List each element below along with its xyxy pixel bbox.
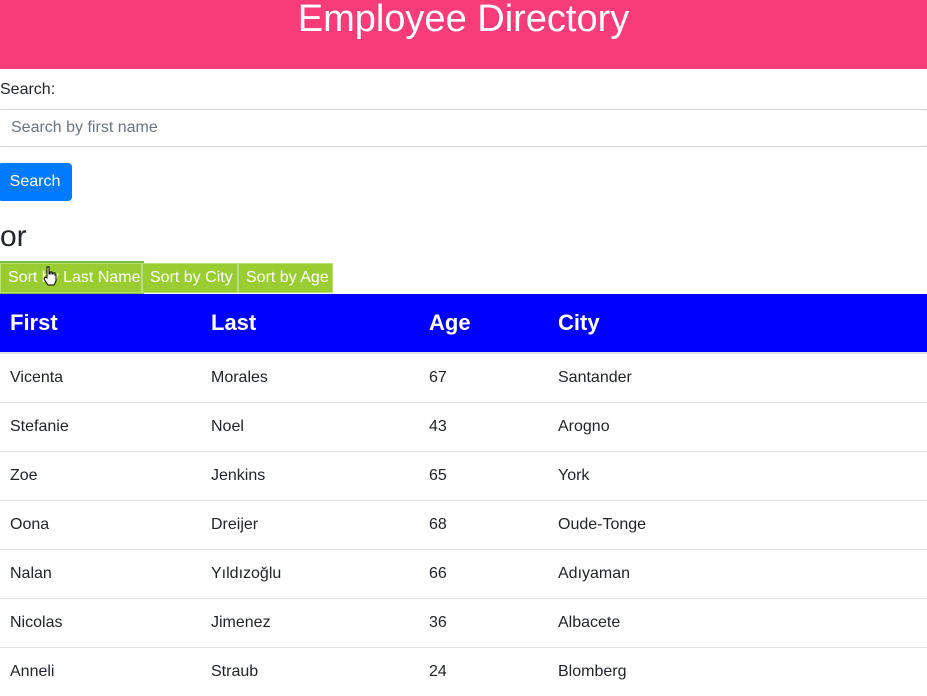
page-header: Employee Directory [0, 0, 927, 69]
cell-last: Morales [201, 352, 419, 402]
cell-first: Zoe [0, 450, 201, 500]
cell-city: Oude-Tonge [548, 499, 927, 549]
page-title: Employee Directory [297, 0, 630, 40]
table-row: Anneli Straub 24 Blomberg [0, 646, 927, 696]
table-row: Nicolas Jimenez 36 Albacete [0, 597, 927, 647]
column-header-last[interactable]: Last [201, 294, 419, 354]
cell-age: 24 [419, 646, 548, 696]
cell-last: Dreijer [201, 499, 419, 549]
cell-first: Stefanie [0, 401, 201, 451]
cell-age: 43 [419, 401, 548, 451]
search-input[interactable] [0, 109, 927, 147]
cell-last: Straub [201, 646, 419, 696]
employee-table: First Last Age City Vicenta Morales 67 S… [0, 294, 927, 696]
cell-city: Arogno [548, 401, 927, 451]
cell-last: Yıldızoğlu [201, 548, 419, 598]
column-header-first[interactable]: First [0, 294, 201, 354]
cell-age: 36 [419, 597, 548, 647]
cell-last: Jimenez [201, 597, 419, 647]
cell-last: Noel [201, 401, 419, 451]
cell-city: Adıyaman [548, 548, 927, 598]
cell-first: Vicenta [0, 352, 201, 402]
cell-first: Nicolas [0, 597, 201, 647]
cell-city: York [548, 450, 927, 500]
cell-first: Oona [0, 499, 201, 549]
cell-age: 65 [419, 450, 548, 500]
search-label: Search: [0, 81, 56, 98]
cell-last: Jenkins [201, 450, 419, 500]
table-row: Nalan Yıldızoğlu 66 Adıyaman [0, 548, 927, 598]
table-row: Stefanie Noel 43 Arogno [0, 401, 927, 451]
table-row: Vicenta Morales 67 Santander [0, 352, 927, 402]
column-header-age[interactable]: Age [419, 294, 548, 354]
cell-first: Nalan [0, 548, 201, 598]
cell-city: Albacete [548, 597, 927, 647]
table-row: Oona Dreijer 68 Oude-Tonge [0, 499, 927, 549]
sort-by-last-name-button[interactable]: Sort by Last Name [0, 261, 144, 295]
cell-first: Anneli [0, 646, 201, 696]
cell-age: 66 [419, 548, 548, 598]
cell-age: 67 [419, 352, 548, 402]
table-header-row: First Last Age City [0, 294, 927, 354]
sort-by-age-button[interactable]: Sort by Age [238, 263, 333, 293]
column-header-city[interactable]: City [548, 294, 927, 354]
search-button[interactable]: Search [0, 163, 72, 201]
cell-city: Santander [548, 352, 927, 402]
cell-city: Blomberg [548, 646, 927, 696]
sort-by-city-button[interactable]: Sort by City [142, 263, 238, 293]
or-heading: or [0, 220, 27, 253]
table-row: Zoe Jenkins 65 York [0, 450, 927, 500]
cell-age: 68 [419, 499, 548, 549]
